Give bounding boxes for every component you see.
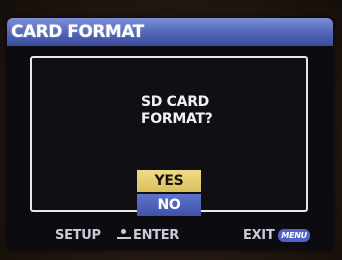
prompt-line-1: SD CARD	[141, 94, 209, 110]
exit-hint-label: EXIT	[243, 228, 275, 243]
exit-hint: EXIT MENU	[243, 228, 310, 243]
button-hint-bar: SETUP ENTER EXIT MENU	[7, 222, 333, 250]
no-option[interactable]: NO	[137, 194, 201, 216]
enter-hint: ENTER	[117, 228, 179, 243]
title-bar: CARD FORMAT	[7, 18, 333, 46]
setup-hint: SETUP	[55, 228, 101, 243]
page-title: CARD FORMAT	[11, 22, 144, 42]
camera-lcd-screen: CARD FORMAT SD CARD FORMAT? YES NO SETUP…	[7, 18, 333, 250]
enter-hint-label: ENTER	[133, 228, 180, 243]
dpad-icon	[117, 228, 131, 240]
format-prompt: SD CARD FORMAT?	[141, 94, 213, 128]
yes-option[interactable]: YES	[137, 170, 201, 192]
camera-photo-background: CARD FORMAT SD CARD FORMAT? YES NO SETUP…	[0, 0, 342, 260]
format-confirm-dialog: SD CARD FORMAT? YES NO	[30, 56, 308, 216]
prompt-line-2: FORMAT?	[141, 111, 213, 127]
menu-button-icon: MENU	[278, 229, 310, 242]
